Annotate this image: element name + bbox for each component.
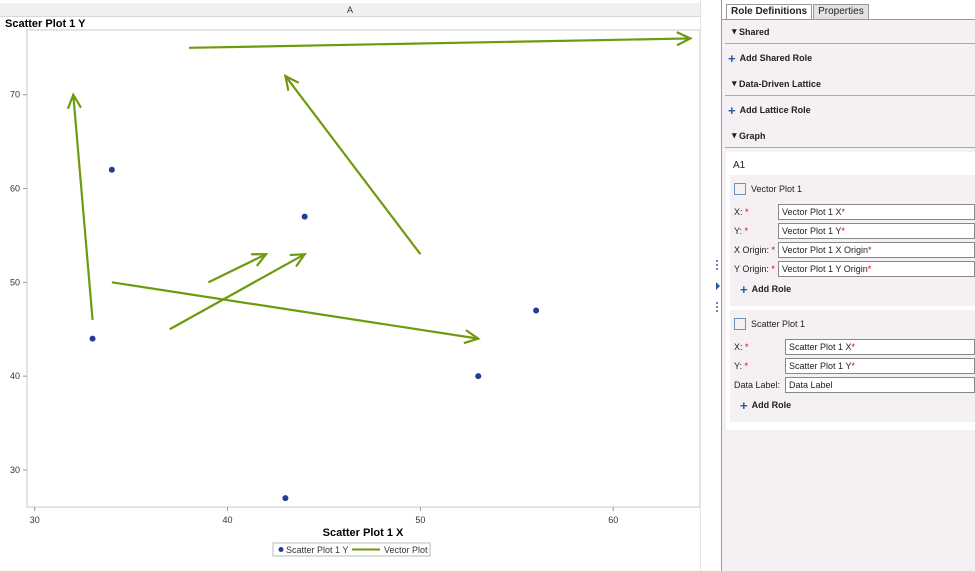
role-row: X: * Scatter Plot 1 X* xyxy=(734,337,975,356)
role-label: X Origin: * xyxy=(734,244,776,255)
scatter-point xyxy=(301,213,308,220)
role-row: Data Label: Data Label xyxy=(734,375,975,394)
graph-canvas: A Scatter Plot 1 Y Scatter Plot 1 X 30 40 50… xyxy=(0,0,720,571)
scatter-plot-icon xyxy=(734,318,746,330)
add-shared-role-button[interactable]: + Add Shared Role xyxy=(722,44,975,72)
role-panel: Role Definitions Properties ▾ Shared + Ad… xyxy=(721,0,975,571)
tab-role-definitions[interactable]: Role Definitions xyxy=(726,4,813,19)
x-axis-title: Scatter Plot 1 X xyxy=(323,527,404,539)
role-field[interactable]: Vector Plot 1 Y Origin* xyxy=(778,260,975,277)
legend-scatter-label: Scatter Plot 1 Y xyxy=(286,545,348,555)
scatter-point xyxy=(475,373,482,380)
y-axis-title: Scatter Plot 1 Y xyxy=(5,18,86,30)
y-tick-label: 30 xyxy=(10,465,20,475)
vector-plot-icon xyxy=(734,183,746,195)
role-field[interactable]: Vector Plot 1 X* xyxy=(778,203,975,220)
splitter[interactable] xyxy=(700,0,720,571)
role-field[interactable]: Scatter Plot 1 Y* xyxy=(785,357,975,374)
tab-properties[interactable]: Properties xyxy=(813,4,869,19)
role-label: Y: * xyxy=(734,360,749,371)
caret-down-icon: ▾ xyxy=(732,130,740,140)
x-tick-label: 30 xyxy=(30,515,40,525)
vector-plot-roles: Vector Plot 1 X: * Vector Plot 1 X* Y: * … xyxy=(730,175,975,306)
legend-scatter-marker xyxy=(278,547,284,552)
role-row: X: * Vector Plot 1 X* xyxy=(734,202,975,221)
y-tick-label: 50 xyxy=(10,277,20,287)
y-tick-label: 60 xyxy=(10,184,20,194)
role-label: X: * xyxy=(734,206,749,217)
legend-vector-label: Vector Plot xyxy=(384,545,428,555)
scatter-point xyxy=(533,307,540,314)
section-lattice[interactable]: ▾ Data-Driven Lattice xyxy=(725,72,975,96)
role-row: X Origin: * Vector Plot 1 X Origin* xyxy=(734,240,975,259)
scatter-point xyxy=(282,495,289,502)
caret-down-icon: ▾ xyxy=(732,26,740,36)
plot-name: Vector Plot 1 xyxy=(751,184,803,194)
scatter-plot-roles: Scatter Plot 1 X: * Scatter Plot 1 X* Y: … xyxy=(730,310,975,422)
add-lattice-role-button[interactable]: + Add Lattice Role xyxy=(722,96,975,124)
role-label: Data Label: xyxy=(734,379,781,390)
add-role-button[interactable]: + Add Role xyxy=(734,278,975,300)
role-row: Y: * Scatter Plot 1 Y* xyxy=(734,356,975,375)
add-role-button[interactable]: + Add Role xyxy=(734,394,975,416)
role-label: X: * xyxy=(734,341,749,352)
role-label: Y: * xyxy=(734,225,749,236)
scatter-point xyxy=(89,335,96,342)
role-field[interactable]: Data Label xyxy=(785,376,975,393)
section-shared[interactable]: ▾ Shared xyxy=(725,20,975,44)
x-tick-label: 60 xyxy=(608,515,618,525)
role-row: Y Origin: * Vector Plot 1 Y Origin* xyxy=(734,259,975,278)
role-field[interactable]: Vector Plot 1 X Origin* xyxy=(778,241,975,258)
caret-down-icon: ▾ xyxy=(732,78,740,88)
section-graph[interactable]: ▾ Graph xyxy=(725,124,975,148)
plot-area xyxy=(26,29,701,508)
y-tick-label: 40 xyxy=(10,371,20,381)
cell-name: A1 xyxy=(733,160,746,171)
chart: Scatter Plot 1 Y Scatter Plot 1 X 30 40 50 60… xyxy=(5,18,701,557)
scatter-point xyxy=(108,166,115,173)
y-tick-label: 70 xyxy=(10,90,20,100)
plot-name: Scatter Plot 1 xyxy=(751,319,806,329)
role-row: Y: * Vector Plot 1 Y* xyxy=(734,221,975,240)
plus-icon: + xyxy=(728,102,736,118)
role-label: Y Origin: * xyxy=(734,263,775,274)
role-field[interactable]: Vector Plot 1 Y* xyxy=(778,222,975,239)
plus-icon: + xyxy=(740,397,748,413)
role-field[interactable]: Scatter Plot 1 X* xyxy=(785,338,975,355)
plus-icon: + xyxy=(728,50,736,66)
x-tick-label: 40 xyxy=(223,515,233,525)
plus-icon: + xyxy=(740,281,748,297)
x-tick-label: 50 xyxy=(415,515,425,525)
